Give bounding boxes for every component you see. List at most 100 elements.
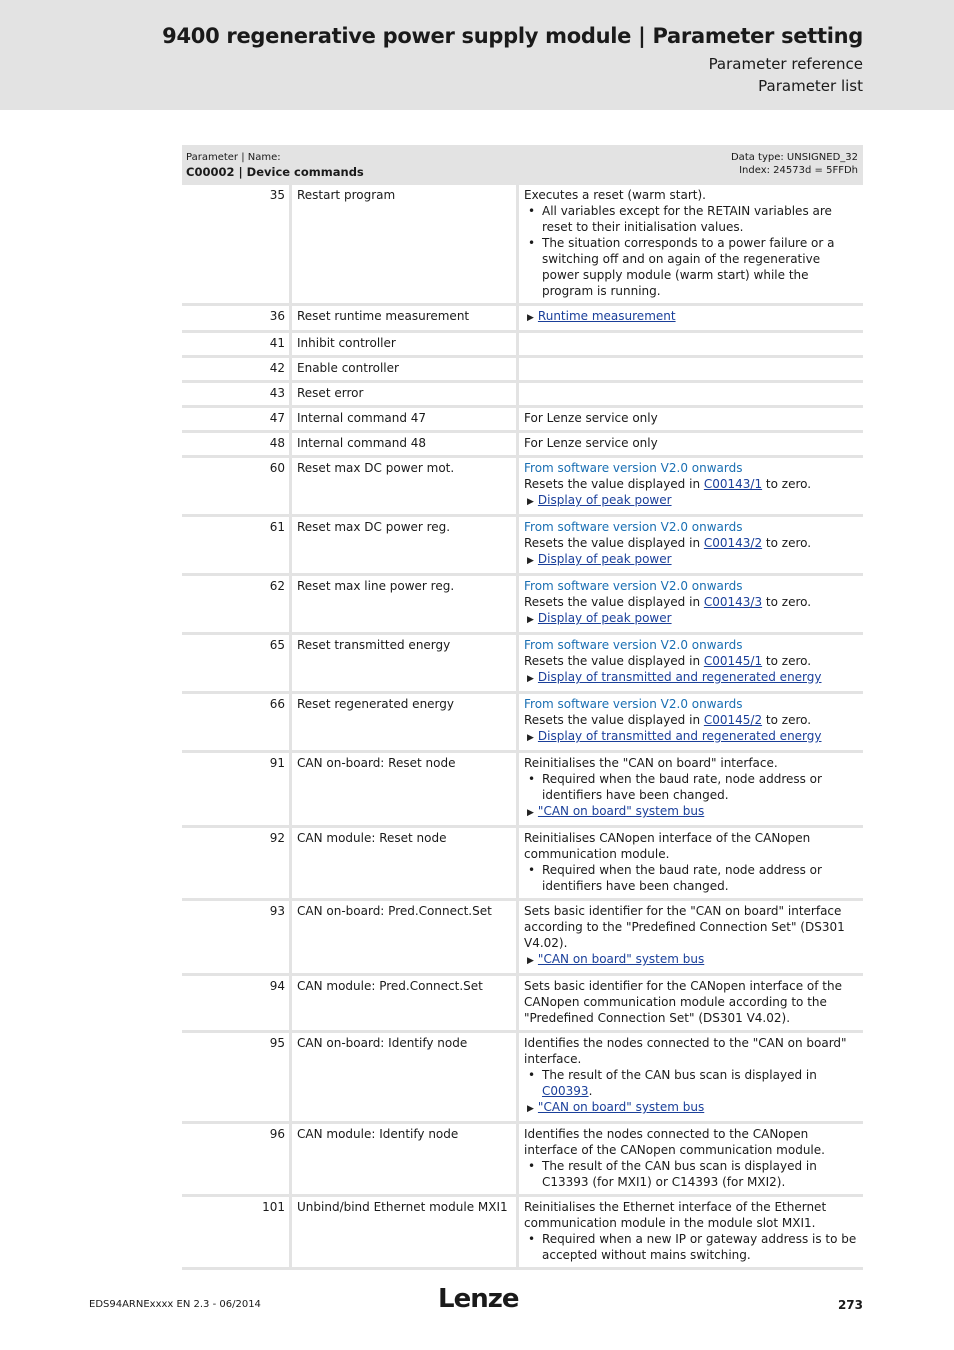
- parameter-name: C00002 | Device commands: [186, 165, 364, 179]
- bullet-text: The result of the CAN bus scan is displa…: [542, 1159, 817, 1189]
- description-text: For Lenze service only: [524, 411, 658, 425]
- row-name: CAN on-board: Identify node: [292, 1033, 519, 1121]
- version-note: From software version V2.0 onwards: [524, 579, 743, 593]
- row-value: 43: [182, 383, 292, 405]
- page-title: 9400 regenerative power supply module | …: [162, 24, 863, 48]
- table-row: 91 CAN on-board: Reset node Reinitialises …: [182, 753, 863, 828]
- bullet-item: • All variables except for the RETAIN var…: [524, 203, 859, 235]
- parameter-link[interactable]: C00143/2: [704, 536, 762, 550]
- parameter-link[interactable]: C00143/3: [704, 595, 762, 609]
- table-row: 42 Enable controller: [182, 358, 863, 383]
- table-row: 96 CAN module: Identify node Identifies th…: [182, 1124, 863, 1197]
- row-name: CAN module: Pred.Connect.Set: [292, 976, 519, 1030]
- bullet-text: Required when a new IP or gateway addres…: [542, 1232, 857, 1262]
- description-text: Identifies the nodes connected to the "C…: [524, 1036, 847, 1066]
- row-name: Reset max DC power mot.: [292, 458, 519, 514]
- arrow-right-icon: ▶: [527, 497, 534, 507]
- description-text: Sets basic identifier for the "CAN on bo…: [524, 904, 845, 950]
- cross-reference: ▶ Display of peak power: [524, 492, 859, 510]
- header-label: Parameter | Name:: [186, 152, 281, 163]
- bullet-item: • Required when a new IP or gateway addre…: [524, 1231, 859, 1263]
- parameter-link[interactable]: C00145/1: [704, 654, 762, 668]
- row-description: Executes a reset (warm start). • All varia…: [519, 185, 863, 303]
- table-row: 41 Inhibit controller: [182, 333, 863, 358]
- row-name: Reset runtime measurement: [292, 306, 519, 330]
- reference-link[interactable]: "CAN on board" system bus: [538, 804, 704, 818]
- version-note: From software version V2.0 onwards: [524, 461, 743, 475]
- reference-link[interactable]: "CAN on board" system bus: [538, 952, 704, 966]
- arrow-right-icon: ▶: [527, 733, 534, 743]
- row-name: Internal command 48: [292, 433, 519, 455]
- row-description: Reinitialises the "CAN on board" interfa…: [519, 753, 863, 825]
- row-value: 96: [182, 1124, 292, 1194]
- description-text: Executes a reset (warm start).: [524, 188, 706, 202]
- reference-link[interactable]: Display of peak power: [538, 611, 672, 625]
- table-row: 35 Restart program Executes a reset (warm …: [182, 185, 863, 306]
- row-description: From software version V2.0 onwards Resets…: [519, 694, 863, 750]
- cross-reference: ▶ Runtime measurement: [524, 308, 859, 326]
- reference-link[interactable]: Display of peak power: [538, 493, 672, 507]
- reference-link[interactable]: "CAN on board" system bus: [538, 1100, 704, 1114]
- table-row: 93 CAN on-board: Pred.Connect.Set Sets bas…: [182, 901, 863, 976]
- parameter-link[interactable]: C00145/2: [704, 713, 762, 727]
- table-row: 94 CAN module: Pred.Connect.Set Sets basic…: [182, 976, 863, 1033]
- description-text: Sets basic identifier for the CANopen in…: [524, 979, 842, 1025]
- table-row: 48 Internal command 48 For Lenze service o…: [182, 433, 863, 458]
- bullet-text: The result of the CAN bus scan is displa…: [542, 1068, 817, 1098]
- row-description: [519, 333, 863, 355]
- table-body: 35 Restart program Executes a reset (warm …: [182, 185, 863, 1270]
- row-value: 94: [182, 976, 292, 1030]
- row-description: Sets basic identifier for the CANopen in…: [519, 976, 863, 1030]
- row-name: Inhibit controller: [292, 333, 519, 355]
- row-description: For Lenze service only: [519, 433, 863, 455]
- row-value: 65: [182, 635, 292, 691]
- row-name: Internal command 47: [292, 408, 519, 430]
- row-value: 91: [182, 753, 292, 825]
- row-name: Reset max line power reg.: [292, 576, 519, 632]
- index: Index: 24573d = 5FFDh: [739, 165, 858, 176]
- arrow-right-icon: ▶: [527, 1104, 534, 1114]
- row-value: 95: [182, 1033, 292, 1121]
- row-value: 62: [182, 576, 292, 632]
- row-name: CAN on-board: Reset node: [292, 753, 519, 825]
- row-name: Enable controller: [292, 358, 519, 380]
- reference-link[interactable]: Display of transmitted and regenerated e…: [538, 729, 822, 743]
- row-value: 101: [182, 1197, 292, 1267]
- reference-link[interactable]: Runtime measurement: [538, 309, 676, 323]
- row-description: From software version V2.0 onwards Resets…: [519, 458, 863, 514]
- reset-text: Resets the value displayed in C00143/2 t…: [524, 536, 812, 550]
- bullet-icon: •: [528, 1068, 536, 1082]
- bullet-item: • The result of the CAN bus scan is displ…: [524, 1067, 859, 1099]
- row-description: Reinitialises CANopen interface of the C…: [519, 828, 863, 898]
- table-row: 92 CAN module: Reset node Reinitialises CA…: [182, 828, 863, 901]
- parameter-link[interactable]: C00393: [542, 1084, 589, 1098]
- bullet-item: • The result of the CAN bus scan is displ…: [524, 1158, 859, 1190]
- table-row: 95 CAN on-board: Identify node Identifies …: [182, 1033, 863, 1124]
- bullet-icon: •: [528, 863, 536, 877]
- arrow-right-icon: ▶: [527, 674, 534, 684]
- row-value: 66: [182, 694, 292, 750]
- parameter-link[interactable]: C00143/1: [704, 477, 762, 491]
- arrow-right-icon: ▶: [527, 313, 534, 323]
- row-description: ▶ Runtime measurement: [519, 306, 863, 330]
- row-value: 35: [182, 185, 292, 303]
- row-value: 60: [182, 458, 292, 514]
- reference-link[interactable]: Display of transmitted and regenerated e…: [538, 670, 822, 684]
- reset-text: Resets the value displayed in C00145/2 t…: [524, 713, 812, 727]
- row-name: Reset regenerated energy: [292, 694, 519, 750]
- arrow-right-icon: ▶: [527, 615, 534, 625]
- cross-reference: ▶ Display of transmitted and regenerated …: [524, 669, 859, 687]
- row-description: From software version V2.0 onwards Resets…: [519, 576, 863, 632]
- table-row: 60 Reset max DC power mot. From software v…: [182, 458, 863, 517]
- row-value: 42: [182, 358, 292, 380]
- description-text: Reinitialises the Ethernet interface of …: [524, 1200, 827, 1230]
- row-name: Reset error: [292, 383, 519, 405]
- bullet-icon: •: [528, 1232, 536, 1246]
- row-name: CAN on-board: Pred.Connect.Set: [292, 901, 519, 973]
- reference-link[interactable]: Display of peak power: [538, 552, 672, 566]
- row-value: 36: [182, 306, 292, 330]
- description-text: Reinitialises the "CAN on board" interfa…: [524, 756, 778, 770]
- arrow-right-icon: ▶: [527, 808, 534, 818]
- bullet-text: Required when the baud rate, node addres…: [542, 772, 822, 802]
- version-note: From software version V2.0 onwards: [524, 697, 743, 711]
